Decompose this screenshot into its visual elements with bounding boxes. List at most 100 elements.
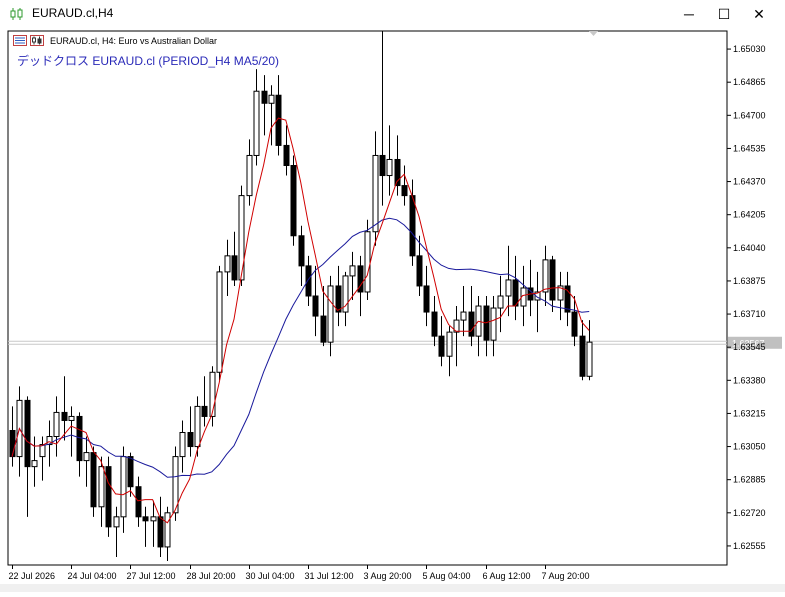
candle-body-bull	[497, 295, 504, 309]
price-chart[interactable]: 1.63567 1.650301.648651.647001.645351.64…	[0, 28, 785, 592]
candle-body-bear	[335, 285, 342, 313]
bar-chart-icon[interactable]	[13, 35, 27, 46]
candle-body-bear	[438, 335, 445, 357]
y-tick-label: 1.64205	[733, 210, 766, 220]
candle-body-bear	[76, 415, 83, 462]
candle-body-bear	[379, 154, 386, 177]
candle-body-bear	[61, 411, 68, 421]
candle-body-bear	[142, 516, 149, 522]
y-tick-label: 1.64865	[733, 77, 766, 87]
candle-body-bull	[386, 158, 393, 177]
candle-body-bull	[216, 271, 223, 373]
candle-body-bear	[305, 265, 312, 297]
y-tick-label: 1.63710	[733, 309, 766, 319]
candle-body-bear	[416, 255, 423, 287]
candle-body-bear	[401, 185, 408, 197]
candle-body-bear	[283, 144, 290, 167]
candle-body-bear	[24, 399, 31, 468]
candle-body-bear	[409, 195, 416, 257]
candle-body-bull	[253, 90, 260, 156]
candle-body-bear	[90, 452, 97, 508]
candle-body-bull	[68, 415, 75, 421]
candle-body-bull	[98, 466, 105, 508]
minimize-button[interactable]: ─	[672, 0, 706, 28]
symbol-info: EURAUD.cl, H4: Euro vs Australian Dollar	[50, 35, 218, 46]
price-axis: 1.65030 1.64865 1.64700 1.64535 1.64370 1.642…	[727, 44, 766, 551]
x-tick-label: 30 Jul 04:00	[246, 571, 295, 581]
time-axis: 22 Jul 2026 24 Jul 04:00 27 Jul 12:00 28 Ju…	[9, 565, 590, 581]
window-titlebar[interactable]: EURAUD.cl,H4 ─ ☐ ✕	[0, 0, 785, 28]
candle-body-bear	[423, 285, 430, 313]
candle-body-bull	[120, 456, 127, 518]
candle	[290, 155, 297, 246]
y-tick-label: 1.63050	[733, 442, 766, 452]
candles-icon[interactable]	[30, 35, 44, 46]
y-tick-label: 1.62720	[733, 508, 766, 518]
y-tick-label: 1.62885	[733, 475, 766, 485]
candle-body-bear	[579, 335, 586, 377]
candle-body-bull	[542, 259, 549, 293]
window-title: EURAUD.cl,H4	[32, 6, 114, 20]
candle-body-bull	[179, 432, 186, 458]
candle	[90, 446, 97, 517]
candle-body-bull	[327, 285, 334, 343]
y-tick-label: 1.63380	[733, 375, 766, 385]
candle-body-bear	[157, 516, 164, 548]
status-strip	[0, 584, 785, 592]
y-tick-label: 1.64040	[733, 243, 766, 253]
candle-body-bull	[224, 255, 231, 273]
x-tick-label: 5 Aug 04:00	[423, 571, 471, 581]
y-tick-label: 1.63215	[733, 408, 766, 418]
candle-body-bear	[312, 295, 319, 317]
candle-body-bull	[246, 154, 253, 197]
x-tick-label: 6 Aug 12:00	[483, 571, 531, 581]
symbol-header: EURAUD.cl, H4: Euro vs Australian Dollar	[13, 35, 217, 46]
y-tick-label: 1.64370	[733, 177, 766, 187]
candle-body-bear	[187, 432, 194, 448]
candle-body-bull	[113, 516, 120, 528]
candle-body-bear	[394, 158, 401, 187]
x-tick-label: 28 Jul 20:00	[187, 571, 236, 581]
candle-body-bear	[105, 466, 112, 528]
candle-body-bear	[431, 311, 438, 337]
y-tick-label: 1.62555	[733, 541, 766, 551]
candle-body-bear	[468, 311, 475, 337]
y-tick-label: 1.63545	[733, 342, 766, 352]
candle-body-bear	[549, 259, 556, 301]
candle-body-bear	[231, 255, 238, 281]
x-tick-label: 24 Jul 04:00	[68, 571, 117, 581]
candle-body-bull	[194, 405, 201, 448]
candle-body-bear	[290, 165, 297, 237]
candle-body-bull	[364, 231, 371, 293]
candle-body-bull	[349, 265, 356, 277]
candle-body-bear	[320, 315, 327, 343]
candle-body-bull	[490, 307, 497, 341]
candle-body-bear	[261, 90, 268, 104]
candle-body-bear	[135, 486, 142, 518]
candle-body-bull	[586, 341, 593, 377]
x-tick-label: 31 Jul 12:00	[305, 571, 354, 581]
candlestick-chart-icon	[10, 8, 23, 20]
close-button[interactable]: ✕	[742, 0, 776, 28]
x-tick-label: 7 Aug 20:00	[542, 571, 590, 581]
x-tick-label: 3 Aug 20:00	[364, 571, 412, 581]
candle-body-bull	[31, 460, 38, 468]
chart-frame: 1.63567 1.65030 1.64865 1.64700 1.64535 1.64…	[0, 28, 785, 592]
candle-body-bull	[53, 411, 60, 438]
indicator-label: デッドクロス EURAUD.cl (PERIOD_H4 MA5/20)	[17, 54, 280, 68]
candle-body-bear	[201, 405, 208, 417]
candle	[105, 456, 112, 537]
candle-body-bull	[39, 444, 46, 458]
y-tick-label: 1.65030	[733, 44, 766, 54]
candle	[364, 219, 371, 301]
candle-body-bull	[505, 279, 512, 297]
maximize-button[interactable]: ☐	[707, 0, 741, 28]
candle-body-bull	[164, 512, 171, 548]
candle	[216, 265, 223, 381]
candle-body-bull	[460, 311, 467, 321]
candle-body-bull	[150, 516, 157, 522]
y-tick-label: 1.64700	[733, 110, 766, 120]
candle-body-bear	[9, 429, 16, 458]
candle-body-bull	[238, 195, 245, 281]
candle-body-bear	[127, 456, 134, 488]
